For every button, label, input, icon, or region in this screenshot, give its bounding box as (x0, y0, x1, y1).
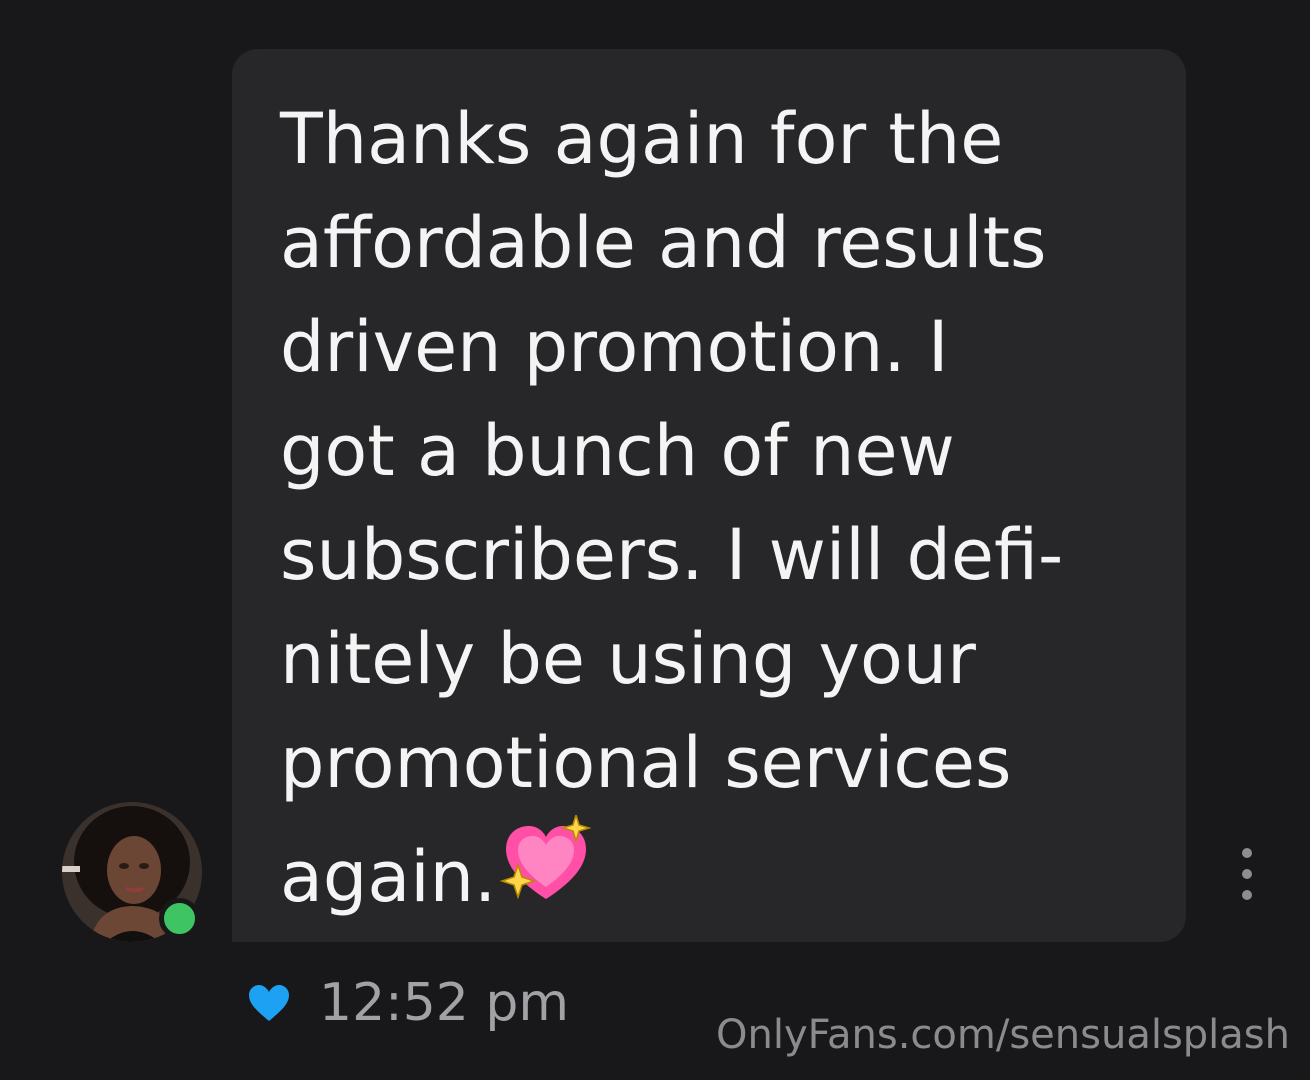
message-timestamp: 12:52 pm (319, 973, 570, 1033)
chat-screen: Thanks again for the affordable and resu… (0, 0, 1310, 1080)
menu-dot (1242, 869, 1252, 879)
message-line: nitely be using your (280, 618, 976, 700)
menu-dot (1242, 848, 1252, 858)
heart-icon[interactable] (247, 983, 291, 1023)
watermark: OnlyFans.com/sensualsplash (716, 1012, 1290, 1058)
message-options-icon[interactable] (1230, 848, 1264, 900)
message-meta: 12:52 pm (247, 968, 569, 1038)
online-status-indicator (159, 898, 200, 939)
menu-dot (1242, 890, 1252, 900)
message-text: Thanks again for the affordable and resu… (280, 87, 1170, 935)
message-line: subscribers. I will defi- (280, 514, 1064, 596)
sender-avatar[interactable] (62, 802, 202, 942)
message-line: promotional services (280, 722, 1012, 804)
message-line: affordable and results (280, 202, 1047, 284)
message-bubble[interactable]: Thanks again for the affordable and resu… (232, 49, 1186, 942)
message-last-line: again. (280, 812, 1170, 935)
message-line: Thanks again for the (280, 98, 1004, 180)
message-line: again. (280, 836, 497, 918)
message-line: driven promotion. I (280, 306, 949, 388)
message-line: got a bunch of new (280, 410, 955, 492)
sparkling-heart-icon (498, 812, 594, 935)
